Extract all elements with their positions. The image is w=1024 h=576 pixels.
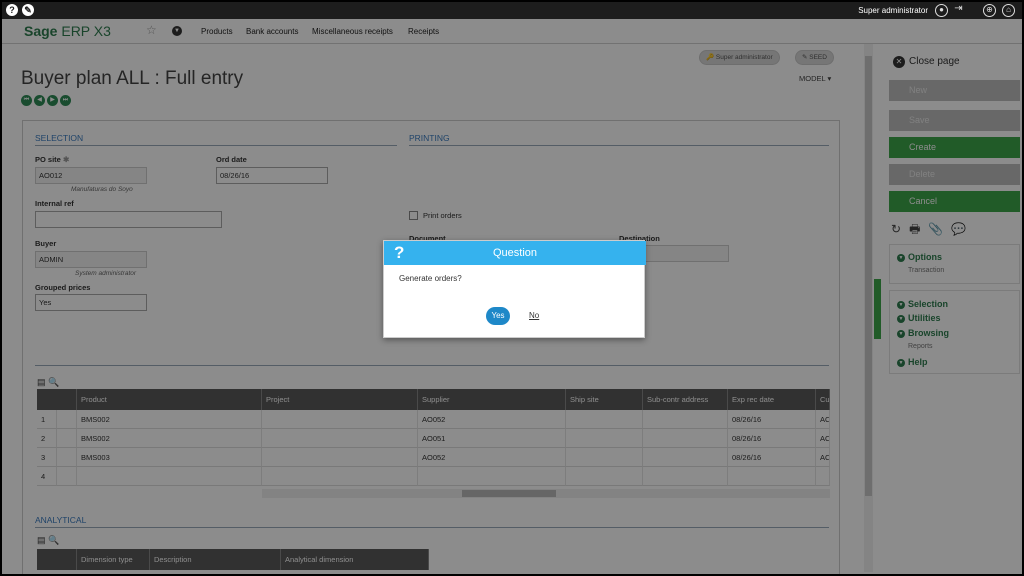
yes-button[interactable]: Yes [486, 307, 510, 325]
globe-icon[interactable]: ⊕ [983, 4, 996, 17]
logout-icon[interactable]: ⇥ [952, 4, 965, 17]
user-name[interactable]: Super administrator [858, 6, 928, 15]
no-button[interactable]: No [529, 311, 539, 320]
question-dialog: ? Question Generate orders? Yes No [383, 240, 646, 338]
dialog-title: Question [492, 247, 538, 259]
dialog-header: ? Question [384, 241, 646, 265]
top-bar: ? ✎ Super administrator ● ⇥ ⊕ ⌂ [2, 2, 1022, 19]
user-avatar-icon[interactable]: ● [935, 4, 948, 17]
help-icon[interactable]: ? [6, 4, 18, 16]
dialog-message: Generate orders? [399, 274, 462, 283]
home-icon[interactable]: ⌂ [1002, 4, 1015, 17]
tools-icon[interactable]: ✎ [22, 4, 34, 16]
app-window: ? ✎ Super administrator ● ⇥ ⊕ ⌂ Sage ERP… [2, 2, 1022, 574]
